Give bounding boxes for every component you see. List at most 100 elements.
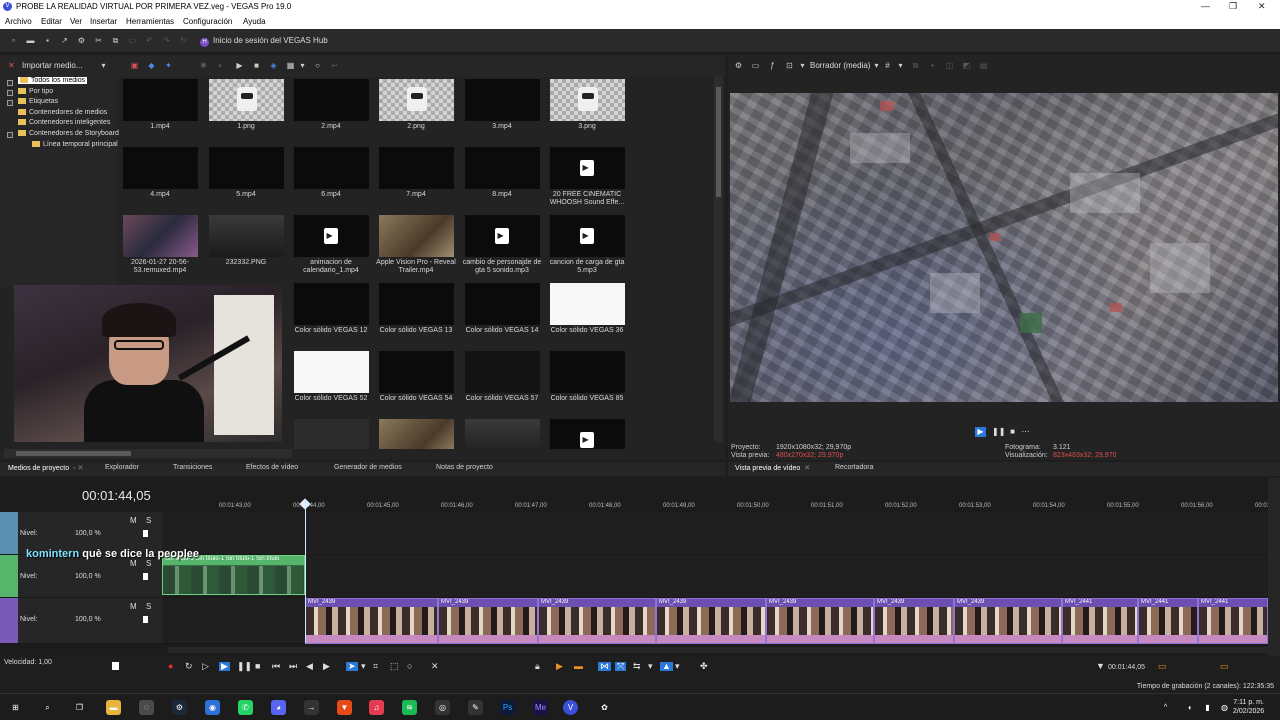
- video-clip[interactable]: MVI_2439: [954, 598, 1062, 644]
- track-body[interactable]: MVI_2439 MVI_2439 MVI_2439 MVI_2439 MVI_…: [162, 598, 1268, 644]
- tree-item-smart-bins[interactable]: Contenedores inteligentes: [18, 119, 110, 126]
- project-end-icon[interactable]: ▭: [1220, 662, 1229, 671]
- preview-settings-icon[interactable]: ⚙: [734, 62, 743, 70]
- mute-button[interactable]: M: [130, 602, 137, 611]
- import-media-button[interactable]: Importar medio...: [22, 61, 82, 70]
- solo-button[interactable]: S: [146, 516, 151, 525]
- play-icon[interactable]: ▶: [219, 662, 230, 671]
- copy-icon[interactable]: ⧉: [111, 37, 120, 45]
- windows-start-icon[interactable]: ⊞: [8, 700, 23, 715]
- media-item[interactable]: [462, 419, 542, 449]
- video-clip[interactable]: MVI_2439: [656, 598, 766, 644]
- prev-frame-icon[interactable]: ◀: [306, 662, 313, 671]
- video-clip[interactable]: MVI_2439: [538, 598, 656, 644]
- media-item[interactable]: Color sólido VEGAS 13: [376, 283, 456, 335]
- menu-ayuda[interactable]: Ayuda: [243, 17, 266, 26]
- media-item[interactable]: 2026-01-27 20-56-53.remuxed.mp4: [120, 215, 200, 275]
- menu-ver[interactable]: Ver: [70, 17, 82, 26]
- browser-icon[interactable]: ◉: [205, 700, 220, 715]
- task-view-icon[interactable]: ❐: [72, 700, 87, 715]
- media-item[interactable]: Color sólido VEGAS 52: [291, 351, 371, 403]
- file-explorer-icon[interactable]: ▬: [106, 700, 121, 715]
- playhead-cursor[interactable]: [305, 500, 306, 643]
- tab-media-generators[interactable]: Generador de medios: [334, 464, 402, 471]
- stop-icon[interactable]: ■: [255, 662, 260, 671]
- timeline-vertical-scrollbar[interactable]: [1268, 478, 1280, 676]
- go-to-end-icon[interactable]: ⏭: [289, 662, 297, 671]
- media-item[interactable]: 6.mp4: [291, 147, 371, 199]
- paste-icon[interactable]: ▭: [128, 37, 137, 45]
- tree-expander-icon[interactable]: [7, 90, 13, 96]
- tree-expander-icon[interactable]: [7, 132, 13, 138]
- media-encoder-icon[interactable]: Me: [533, 700, 548, 715]
- media-item[interactable]: 3.png: [547, 79, 627, 131]
- media-vertical-scrollbar[interactable]: [714, 77, 723, 442]
- media-item[interactable]: animacion de calendario_1.mp4: [291, 215, 371, 275]
- quality-dropdown-icon[interactable]: ▾: [872, 62, 881, 70]
- go-to-start-icon[interactable]: ⏮: [272, 662, 280, 671]
- split-dropdown-icon[interactable]: ▾: [798, 62, 807, 70]
- mute-button[interactable]: M: [130, 516, 137, 525]
- redo-icon[interactable]: ↷: [162, 37, 171, 45]
- search-icon[interactable]: ○: [313, 62, 322, 70]
- external-monitor-icon[interactable]: ▭: [751, 62, 760, 70]
- media-item[interactable]: Color sólido VEGAS 57: [462, 351, 542, 403]
- media-item[interactable]: 20 FREE CINEMATIC WHOOSH Sound Effe...: [547, 147, 627, 207]
- snapshot-icon[interactable]: ◫: [945, 62, 954, 70]
- discord-icon[interactable]: ◕: [271, 700, 286, 715]
- capture-icon[interactable]: ▣: [130, 62, 139, 70]
- media-item[interactable]: 8.mp4: [462, 147, 542, 199]
- new-project-icon[interactable]: ▫: [9, 37, 18, 45]
- media-item[interactable]: Apple Vision Pro - Reveal Trailer.mp4: [376, 215, 456, 275]
- tree-item-tags[interactable]: Etiquetas: [18, 98, 58, 105]
- mute-button[interactable]: M: [130, 559, 137, 568]
- menu-archivo[interactable]: Archivo: [5, 17, 32, 26]
- next-frame-icon[interactable]: ▶: [323, 662, 330, 671]
- video-clip[interactable]: MVI_2441: [1062, 598, 1138, 644]
- chrome-icon[interactable]: ◎: [435, 700, 450, 715]
- split-screen-icon[interactable]: ⊡: [785, 62, 794, 70]
- media-item[interactable]: 1.png: [206, 79, 286, 131]
- media-item[interactable]: 2.png: [376, 79, 456, 131]
- view-grid-icon[interactable]: ▦: [286, 62, 295, 70]
- media-item[interactable]: 4.mp4: [120, 147, 200, 199]
- media-close-icon[interactable]: ✕: [7, 62, 16, 70]
- spotify-icon[interactable]: ≋: [402, 700, 417, 715]
- remove-media-icon[interactable]: ✦: [164, 62, 173, 70]
- scrollbar-thumb[interactable]: [716, 87, 721, 197]
- settings-gear-icon[interactable]: ⚙: [77, 37, 86, 45]
- media-item[interactable]: 232332.PNG: [206, 215, 286, 267]
- preview-more-icon[interactable]: ⋯: [1020, 427, 1031, 437]
- overlays-grid-icon[interactable]: #: [883, 62, 892, 70]
- history-icon[interactable]: ↻: [179, 37, 188, 45]
- media-fx-icon[interactable]: ✱: [199, 62, 208, 70]
- vegas-taskbar-icon[interactable]: V: [563, 700, 578, 715]
- scrollbar-thumb[interactable]: [16, 451, 131, 456]
- media-item[interactable]: Color sólido VEGAS 85: [547, 351, 627, 403]
- media-item[interactable]: 3.mp4: [462, 79, 542, 131]
- video-clip[interactable]: MVI_2439: [766, 598, 874, 644]
- get-media-icon[interactable]: ◆: [147, 62, 156, 70]
- auto-crossfade-icon[interactable]: ⤧: [615, 662, 627, 671]
- snapping-icon[interactable]: ⋈: [598, 662, 611, 671]
- loop-region-icon[interactable]: ▭: [1158, 662, 1167, 671]
- envelope-tool-icon[interactable]: ⌗: [373, 662, 378, 671]
- preview-play-icon[interactable]: ▶: [975, 427, 986, 437]
- menu-herramientas[interactable]: Herramientas: [126, 17, 174, 26]
- pause-icon[interactable]: ❚❚: [237, 662, 252, 671]
- preview-quality-select[interactable]: Borrador (media): [810, 61, 870, 70]
- lock-envelopes-icon[interactable]: ▲: [660, 662, 673, 671]
- auto-preview-icon[interactable]: ◈: [269, 62, 278, 70]
- photoshop-icon[interactable]: Ps: [500, 700, 515, 715]
- preview-pause-icon[interactable]: ❚❚: [992, 427, 1005, 437]
- app-arrow-icon[interactable]: →: [304, 700, 319, 715]
- tree-item-media-bins[interactable]: Contenedores de medios: [18, 109, 107, 116]
- normal-edit-tool-icon[interactable]: ➤: [346, 662, 358, 671]
- media-item[interactable]: [547, 419, 627, 449]
- import-dropdown-icon[interactable]: ▾: [99, 62, 108, 70]
- whatsapp-icon[interactable]: ✆: [238, 700, 253, 715]
- tree-expander-icon[interactable]: [7, 100, 13, 106]
- play-media-icon[interactable]: ▶: [235, 62, 244, 70]
- video-clip[interactable]: MVI_2439: [874, 598, 954, 644]
- tab-explorer[interactable]: Explorador: [105, 464, 139, 471]
